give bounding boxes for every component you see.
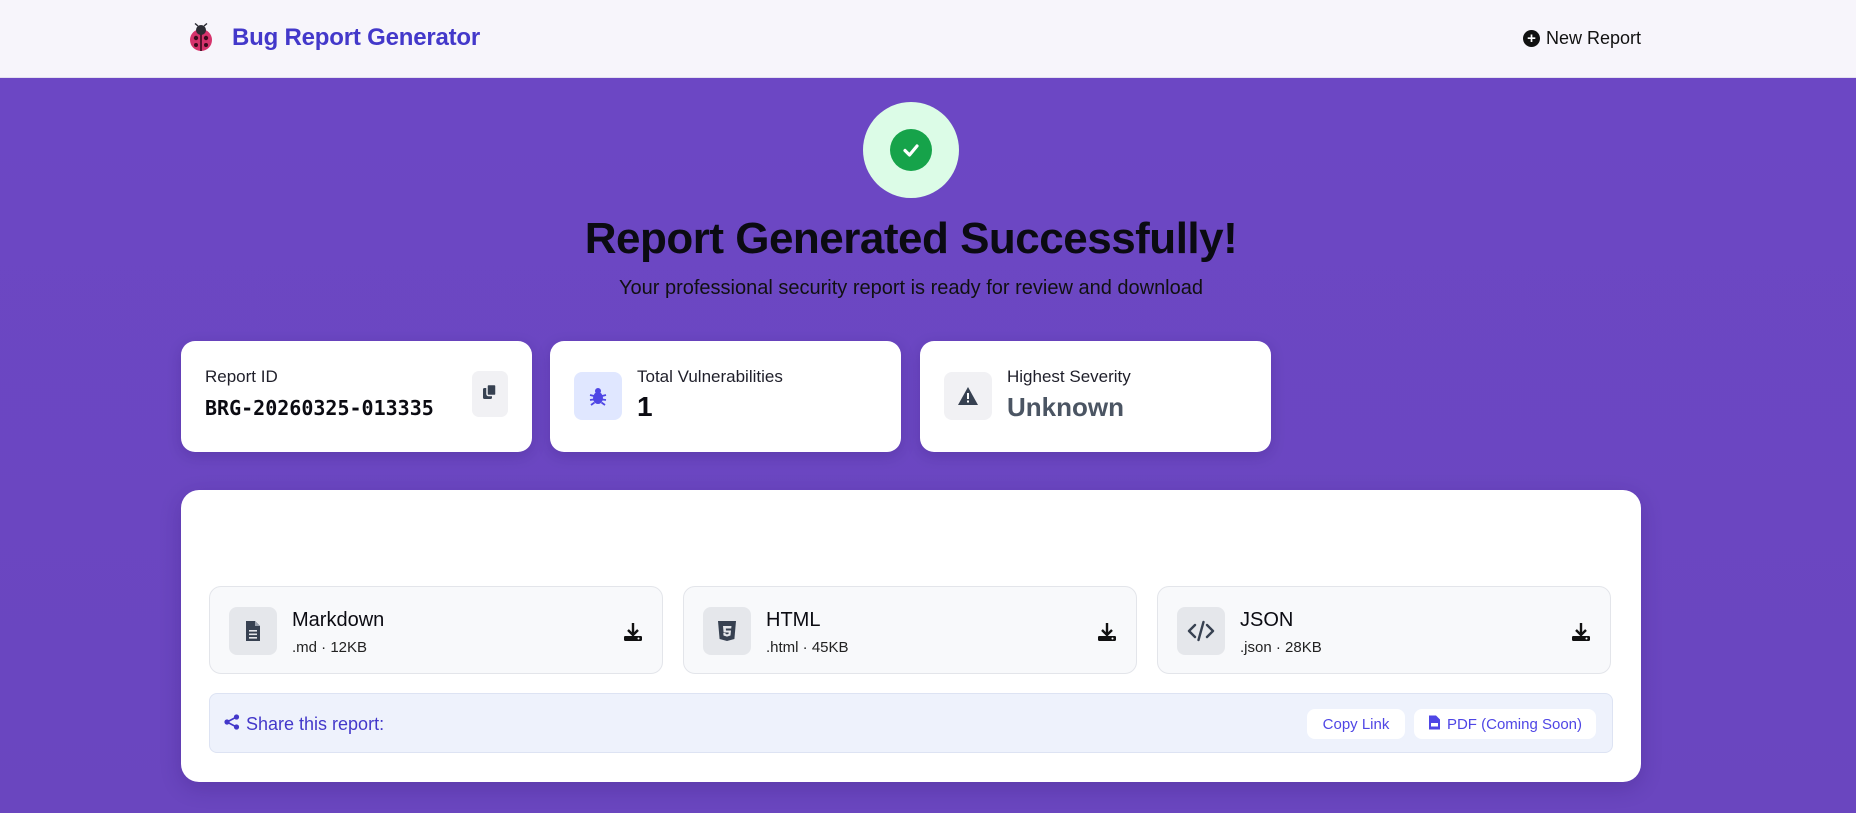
share-icon <box>224 713 240 735</box>
download-format-name: JSON <box>1240 609 1294 631</box>
share-label-group: Share this report: <box>224 712 384 736</box>
pdf-label: PDF (Coming Soon) <box>1446 715 1583 733</box>
download-format-meta: .json · 28KB <box>1240 639 1322 656</box>
plus-circle-icon: + <box>1522 29 1540 47</box>
report-id-card: Report ID BRG-20260325-013335 <box>181 341 532 452</box>
download-icon[interactable] <box>1096 621 1118 643</box>
html5-icon <box>703 607 751 655</box>
file-text-icon <box>229 607 277 655</box>
page-subtitle: Your professional security report is rea… <box>618 277 1203 299</box>
pdf-button[interactable]: PDF (Coming Soon) <box>1414 709 1596 739</box>
download-format-meta: .html · 45KB <box>766 639 849 656</box>
report-id-value: BRG-20260325-013335 <box>205 396 434 420</box>
brand[interactable]: Bug Report Generator <box>184 20 480 56</box>
success-badge <box>863 102 959 198</box>
highest-severity-value: Unknown <box>1007 392 1124 422</box>
download-html-card[interactable]: HTML .html · 45KB <box>683 586 1137 674</box>
download-icon[interactable] <box>1570 621 1592 643</box>
copy-icon <box>481 383 499 406</box>
page-title: Report Generated Successfully! <box>584 214 1238 263</box>
copy-link-button[interactable]: Copy Link <box>1307 709 1405 739</box>
new-report-button[interactable]: + New Report <box>1522 26 1641 50</box>
highest-severity-card: Highest Severity Unknown <box>920 341 1271 452</box>
download-markdown-card[interactable]: Markdown .md · 12KB <box>209 586 663 674</box>
warning-icon <box>944 372 992 420</box>
ladybug-icon <box>184 21 218 55</box>
code-icon <box>1177 607 1225 655</box>
download-format-name: HTML <box>766 609 821 631</box>
top-navbar: Bug Report Generator + New Report <box>0 0 1856 78</box>
bug-icon <box>574 372 622 420</box>
download-format-meta: .md · 12KB <box>292 639 368 656</box>
share-label: Share this report: <box>246 713 385 734</box>
check-circle-icon <box>890 129 932 171</box>
new-report-label: New Report <box>1545 27 1641 48</box>
download-icon[interactable] <box>622 621 644 643</box>
total-vulnerabilities-label: Total Vulnerabilities <box>637 367 783 386</box>
download-panel: Markdown .md · 12KB HTML .html · 45KB JS… <box>181 490 1641 782</box>
file-pdf-icon <box>1428 715 1441 734</box>
total-vulnerabilities-value: 1 <box>637 391 653 422</box>
highest-severity-label: Highest Severity <box>1007 367 1131 386</box>
report-id-label: Report ID <box>205 367 278 386</box>
app-title: Bug Report Generator <box>232 24 481 51</box>
copy-id-button[interactable] <box>472 371 508 417</box>
download-format-name: Markdown <box>292 609 385 631</box>
share-bar: Share this report: Copy Link PDF (Coming… <box>209 693 1613 753</box>
download-json-card[interactable]: JSON .json · 28KB <box>1157 586 1611 674</box>
total-vulnerabilities-card: Total Vulnerabilities 1 <box>550 341 901 452</box>
copy-link-label: Copy Link <box>1322 715 1390 733</box>
